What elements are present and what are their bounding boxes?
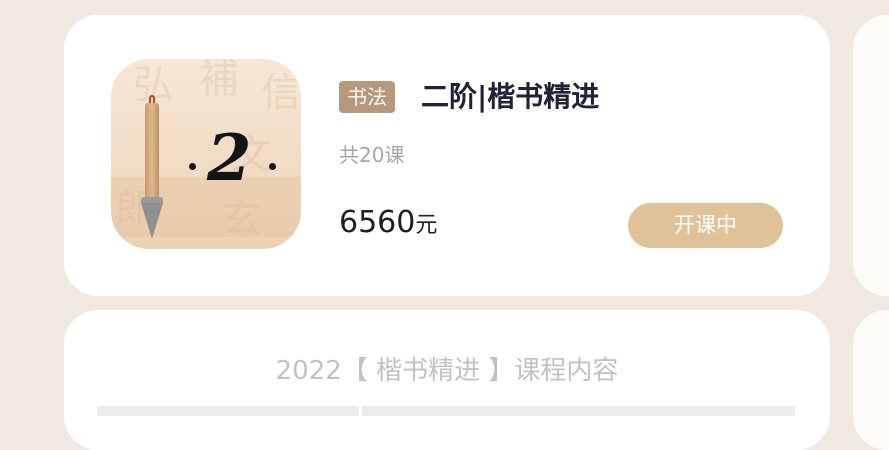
thumbnail-numeral: 2 bbox=[207, 121, 252, 196]
calligraphy-brush-icon bbox=[145, 103, 159, 205]
course-price: 6560元 bbox=[339, 205, 437, 240]
next-course-card-peek[interactable] bbox=[853, 15, 889, 296]
course-content-card: 2022【 楷书精进 】课程内容 bbox=[64, 310, 830, 450]
course-card[interactable]: 弘 補 信 文 郎 玄 2 书法 二阶|楷书精进 共20课 6560元 开课中 bbox=[64, 15, 830, 296]
next-content-card-peek bbox=[853, 310, 889, 450]
course-status-button[interactable]: 开课中 bbox=[628, 203, 783, 248]
content-section-title: 2022【 楷书精进 】课程内容 bbox=[275, 356, 619, 386]
category-tag: 书法 bbox=[339, 81, 395, 113]
price-unit: 元 bbox=[415, 213, 438, 238]
course-thumbnail: 弘 補 信 文 郎 玄 2 bbox=[111, 59, 301, 249]
course-title[interactable]: 二阶|楷书精进 bbox=[421, 75, 599, 115]
lesson-count: 共20课 bbox=[339, 143, 405, 167]
price-amount: 6560 bbox=[339, 205, 416, 240]
